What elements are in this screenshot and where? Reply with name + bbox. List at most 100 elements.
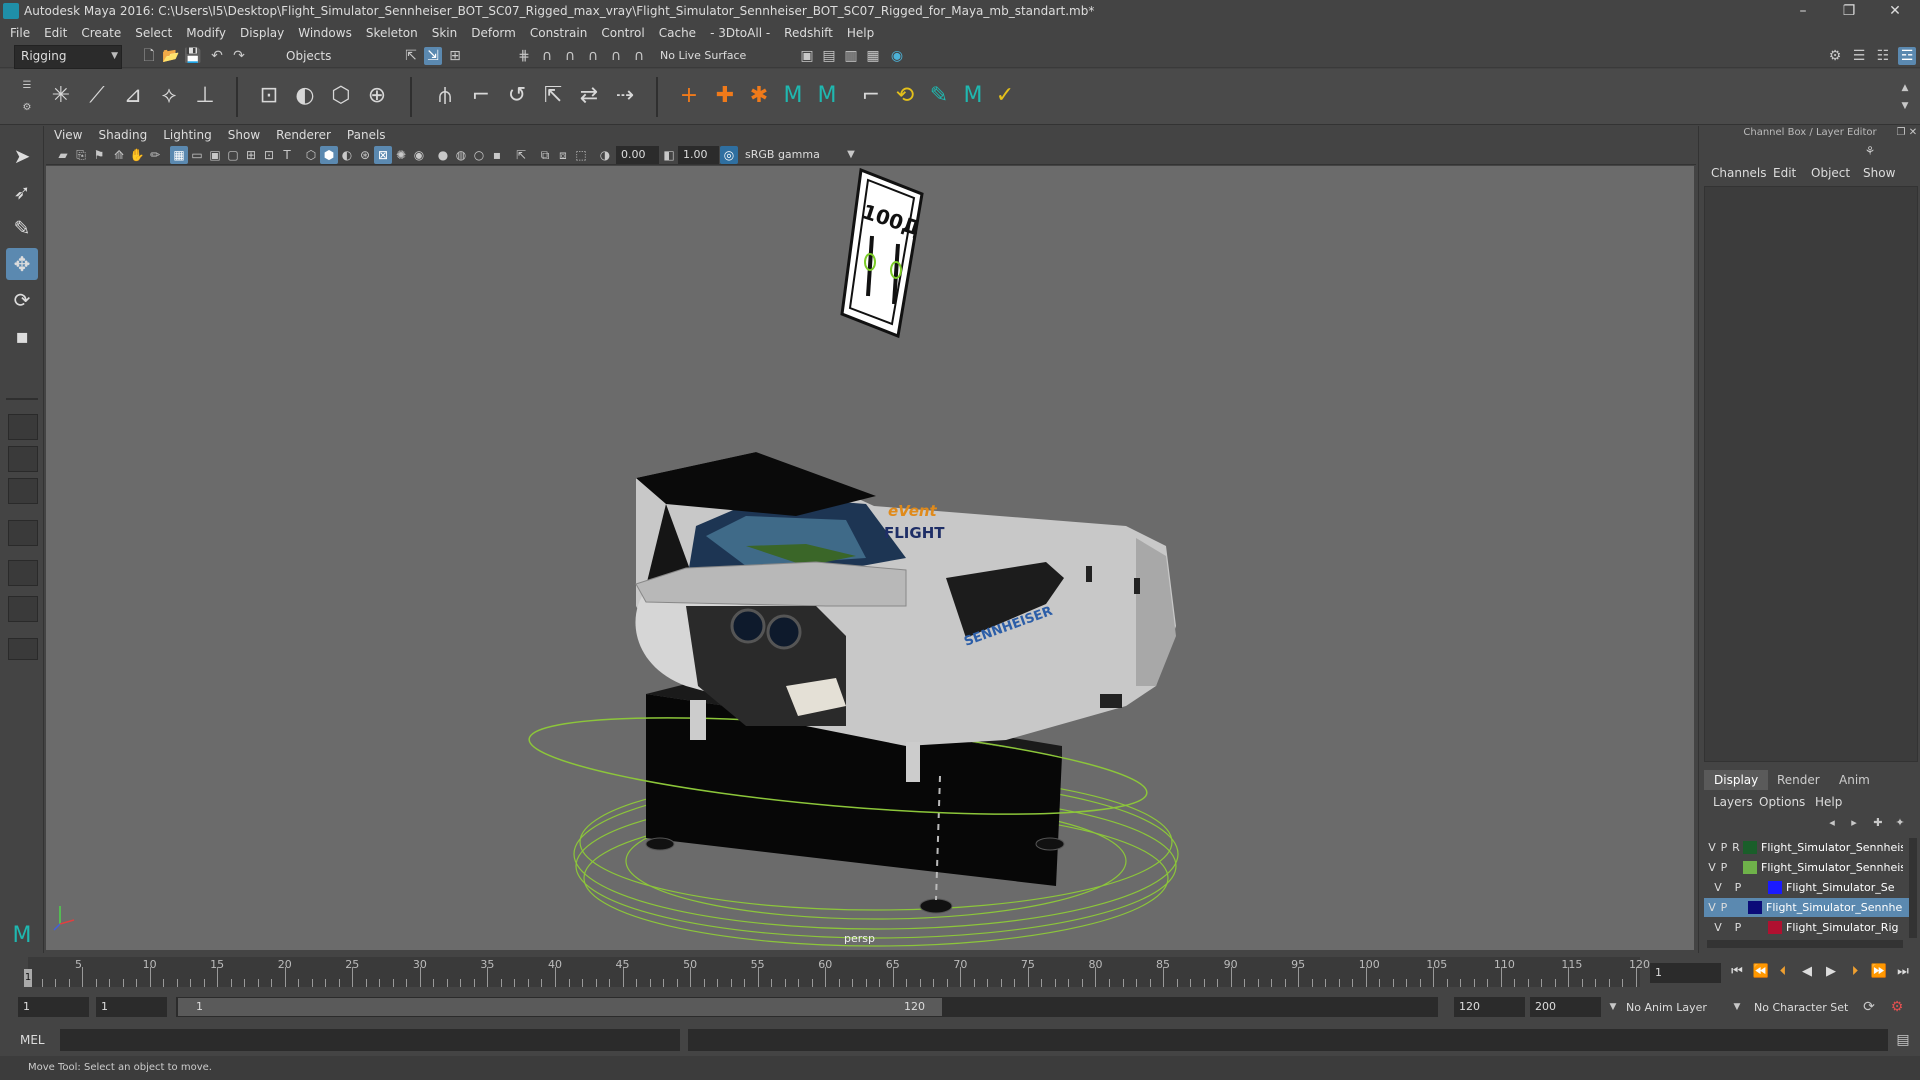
xray-icon[interactable]: ⊠ (374, 146, 392, 164)
menu-redshift[interactable]: Redshift (777, 22, 840, 44)
menu-file[interactable]: File (3, 22, 37, 44)
layer-menu-help[interactable]: Help (1815, 795, 1842, 809)
curve-locator-icon[interactable]: ✚ (710, 81, 740, 111)
character-set-label[interactable]: No Character Set (1754, 1001, 1848, 1014)
exposure-icon[interactable]: ◑ (596, 146, 614, 164)
perspective-viewport[interactable]: 100Д eVent FLIGHT SENNHEISER persp (46, 166, 1694, 950)
snap-curve-icon[interactable]: ∩ (538, 47, 556, 65)
close-panel-icon[interactable]: ✕ (1907, 126, 1919, 140)
playback-start-field[interactable]: 1 (96, 997, 167, 1017)
layer-horizontal-scrollbar[interactable] (1707, 940, 1903, 948)
gamma-field[interactable]: 1.00 (678, 146, 719, 164)
command-input[interactable] (60, 1029, 680, 1051)
layer-row[interactable]: V P Flight_Simulator_Rig (1704, 918, 1909, 937)
menu-control[interactable]: Control (594, 22, 651, 44)
new-layer-icon[interactable]: ✚ (1869, 814, 1887, 832)
anim-layer-label[interactable]: No Anim Layer (1626, 1001, 1707, 1014)
menu-help[interactable]: Help (840, 22, 881, 44)
layer-visibility-toggle[interactable]: V (1712, 918, 1724, 937)
layer-tab-anim[interactable]: Anim (1829, 770, 1880, 790)
panel-menu-shading[interactable]: Shading (90, 126, 155, 145)
panel-menu-show[interactable]: Show (220, 126, 268, 145)
colorspace-chevron-icon[interactable]: ▼ (842, 146, 860, 164)
layer-playback-toggle[interactable]: P (1732, 878, 1744, 897)
outliner-persp-layout-icon[interactable] (8, 478, 38, 504)
play-backwards-icon[interactable]: ◀ (1798, 963, 1816, 981)
menuset-dropdown[interactable]: Rigging ▼ (14, 45, 122, 69)
layer-visibility-toggle[interactable]: V (1706, 898, 1718, 917)
attribute-editor-icon[interactable]: ☰ (1850, 47, 1868, 65)
hypershade-icon[interactable]: ◉ (888, 47, 906, 65)
layer-playback-toggle[interactable]: P (1732, 918, 1744, 937)
cb-menu-show[interactable]: Show (1863, 166, 1895, 180)
move-layer-down-icon[interactable]: ▸ (1845, 814, 1863, 832)
select-component-icon[interactable]: ⊞ (446, 47, 464, 65)
wireframe-on-shaded-icon[interactable]: ⊛ (356, 146, 374, 164)
dope-sheet-layout-icon[interactable] (8, 560, 38, 586)
camera-attributes-icon[interactable]: ⎘ (72, 146, 90, 164)
live-surface-label[interactable]: No Live Surface (660, 49, 746, 62)
hik-character-icon[interactable]: M (958, 81, 988, 111)
cv-curve-icon[interactable]: ✱ (744, 81, 774, 111)
constraint-pole-icon[interactable]: ⇢ (610, 81, 640, 111)
rotate-tool-icon[interactable]: ⟳ (6, 284, 38, 316)
step-back-frame-icon[interactable]: ⏪ (1752, 963, 1770, 981)
modeling-toolkit-icon[interactable]: ⚙ (1826, 47, 1844, 65)
isolate-select-icon[interactable]: ⇱ (512, 146, 530, 164)
save-scene-icon[interactable]: 💾 (184, 47, 202, 65)
layer-menu-options[interactable]: Options (1759, 795, 1805, 809)
camera-select-icon[interactable]: ▰ (54, 146, 72, 164)
anim-layer-chevron-icon[interactable]: ▼ (1604, 998, 1622, 1016)
new-layer-from-selection-icon[interactable]: ✦ (1891, 814, 1909, 832)
ik-handle-icon[interactable]: ⟋ (82, 81, 112, 111)
single-perspective-layout-icon[interactable] (8, 414, 38, 440)
menu-edit[interactable]: Edit (37, 22, 74, 44)
layer-color-swatch[interactable] (1743, 861, 1757, 874)
snap-live-icon[interactable]: ∩ (630, 47, 648, 65)
render-frame-icon[interactable]: ▤ (820, 47, 838, 65)
menu-skeleton[interactable]: Skeleton (359, 22, 425, 44)
mirror-joint-icon[interactable]: ⊥ (190, 81, 220, 111)
menu-display[interactable]: Display (233, 22, 291, 44)
step-forward-frame-icon[interactable]: ⏩ (1870, 963, 1888, 981)
layer-row[interactable]: V P R Flight_Simulator_Sennheis (1704, 838, 1909, 857)
paint-select-tool-icon[interactable]: ✎ (6, 212, 38, 244)
panel-menu-renderer[interactable]: Renderer (268, 126, 339, 145)
redo-icon[interactable]: ↷ (230, 47, 248, 65)
cb-menu-channels[interactable]: Channels (1711, 166, 1767, 180)
layer-tab-render[interactable]: Render (1767, 770, 1830, 790)
open-scene-icon[interactable]: 📂 (162, 47, 180, 65)
constraint-aim-icon[interactable]: ⌐ (466, 81, 496, 111)
motion-blur-icon[interactable]: ○ (470, 146, 488, 164)
restore-button[interactable]: ❐ (1826, 0, 1872, 22)
film-gate-icon[interactable]: ▭ (188, 146, 206, 164)
layer-playback-toggle[interactable]: P (1718, 858, 1730, 877)
shelf-check-icon[interactable]: ✓ (990, 81, 1020, 111)
paint-skin-icon[interactable]: ✎ (924, 81, 954, 111)
close-button[interactable]: ✕ (1872, 0, 1918, 22)
bookmark-icon[interactable]: ⚑ (90, 146, 108, 164)
render-view-icon[interactable]: ▣ (798, 47, 816, 65)
2d-pan-icon[interactable]: ✋ (128, 146, 146, 164)
default-material-icon[interactable]: ◐ (338, 146, 356, 164)
shelf-gear-icon[interactable]: ⚙ (18, 99, 36, 117)
snap-point-icon[interactable]: ∩ (561, 47, 579, 65)
constraint-scale-icon[interactable]: ⇱ (538, 81, 568, 111)
layer-reference-toggle[interactable]: R (1730, 838, 1742, 857)
range-bar-handle[interactable]: 1 120 (178, 998, 942, 1016)
lasso-tool-icon[interactable]: ➶ (6, 176, 38, 208)
menu-3dtoall[interactable]: - 3DtoAll - (703, 22, 777, 44)
constraint-parent-icon[interactable]: ⇄ (574, 81, 604, 111)
gate-mask-icon[interactable]: ▢ (224, 146, 242, 164)
layer-row[interactable]: V P Flight_Simulator_Se (1704, 878, 1909, 897)
shadows-icon[interactable]: ● (434, 146, 452, 164)
cluster-icon[interactable]: ⊕ (362, 81, 392, 111)
cb-menu-object[interactable]: Object (1811, 166, 1850, 180)
layer-tab-display[interactable]: Display (1704, 770, 1769, 790)
shelf-scroll-up-icon[interactable]: ▲ (1896, 79, 1914, 97)
menu-modify[interactable]: Modify (179, 22, 233, 44)
constraint-point-icon[interactable]: ⫛ (430, 81, 460, 111)
layer-row-selected[interactable]: V P Flight_Simulator_Sennhe (1704, 898, 1909, 917)
tool-settings-icon[interactable]: ☷ (1874, 47, 1892, 65)
image-plane-icon[interactable]: ⟰ (110, 146, 128, 164)
